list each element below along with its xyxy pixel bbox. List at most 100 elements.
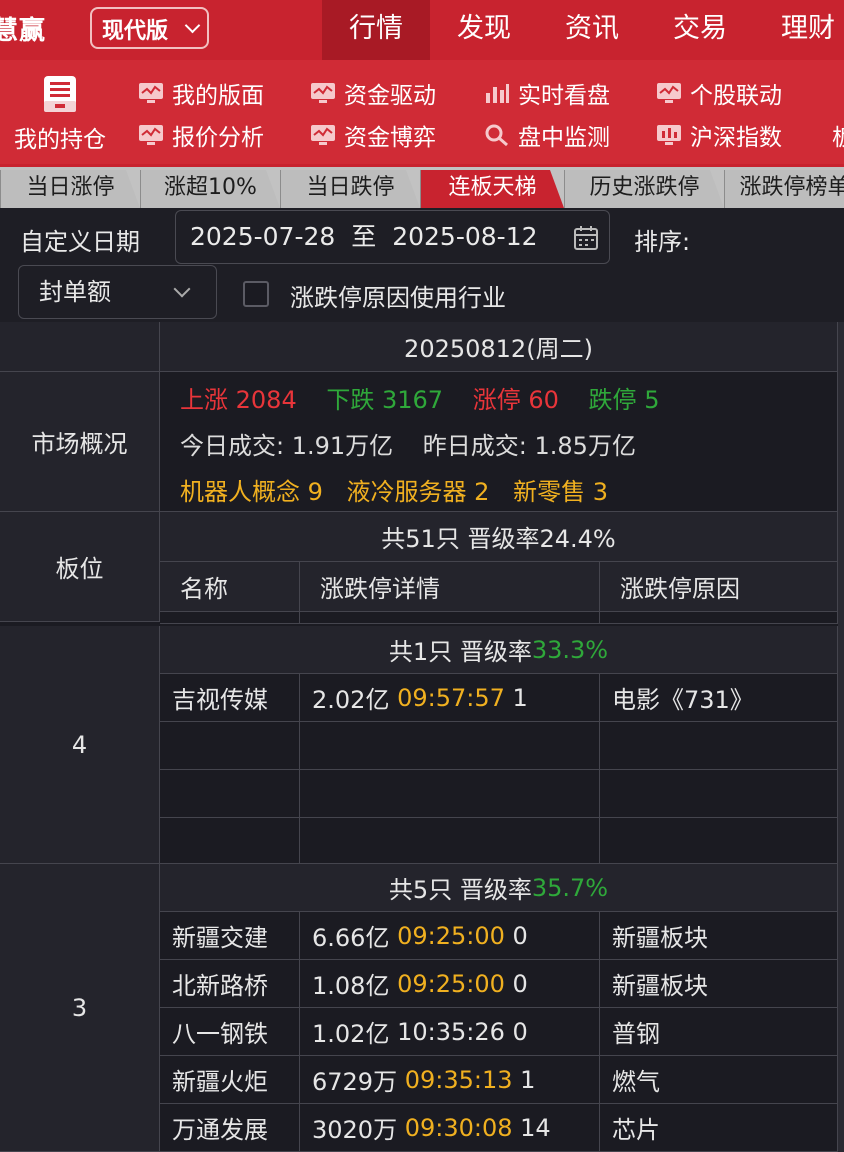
total-summary: 共51只 晋级率24.4% xyxy=(160,512,838,562)
limit-reason[interactable]: 新疆板块 xyxy=(600,912,838,960)
column-header-reason[interactable]: 涨跌停原因 xyxy=(600,562,838,612)
down-count: 下跌 3167 xyxy=(326,386,444,414)
chevron-down-icon xyxy=(173,280,191,298)
tab-history-limit[interactable]: 历史涨跌停 xyxy=(564,170,724,208)
toolbar-item-label: 报价分析 xyxy=(172,125,264,151)
hot-sector[interactable]: 机器人概念 9 xyxy=(180,478,323,506)
date-label: 自定义日期 xyxy=(20,228,140,256)
open-count: 14 xyxy=(520,1113,551,1142)
filter-panel: 自定义日期 2025-07-28 至 2025-08-12 排序: 封单额 涨跌… xyxy=(0,208,844,322)
limit-reason[interactable]: 新疆板块 xyxy=(600,960,838,1008)
monitor-icon xyxy=(139,125,163,145)
nav-tab-discover[interactable]: 发现 xyxy=(430,0,538,60)
nav-tab-wealth[interactable]: 理财 xyxy=(754,0,844,60)
overview-volume: 今日成交: 1.91万亿 昨日成交: 1.85万亿 xyxy=(180,426,658,461)
hot-sector[interactable]: 液冷服务器 2 xyxy=(347,478,490,506)
date-header: 20250812(周二) xyxy=(160,322,838,372)
reason-industry-checkbox[interactable] xyxy=(243,281,269,307)
spacer-cell xyxy=(300,612,600,624)
open-count: 1 xyxy=(512,683,528,712)
board-label: 板位 xyxy=(0,512,160,622)
stock-name[interactable]: 八一钢铁 xyxy=(160,1008,300,1056)
toolbar-index[interactable]: 沪深指数 xyxy=(656,120,782,151)
limit-detail: 6729万 09:35:13 1 xyxy=(300,1056,600,1104)
edition-selector[interactable]: 现代版 xyxy=(90,7,209,49)
sub-tab-bar: 当日涨停 涨超10% 当日跌停 连板天梯 历史涨跌停 涨跌停榜单 xyxy=(0,164,844,208)
toolbar-live-watch[interactable]: 实时看盘 xyxy=(484,78,610,109)
toolbar-my-layout[interactable]: 我的版面 xyxy=(138,78,264,109)
toolbar-intraday-monitor[interactable]: 盘中监测 xyxy=(484,120,610,151)
stock-name[interactable]: 北新路桥 xyxy=(160,960,300,1008)
app-brand: 慧赢 xyxy=(0,16,47,46)
spacer-cell xyxy=(160,612,300,624)
today-volume: 今日成交: 1.91万亿 xyxy=(180,432,394,460)
hot-sector[interactable]: 新零售 3 xyxy=(513,478,608,506)
limit-time: 09:30:08 xyxy=(404,1113,513,1142)
empty-cell xyxy=(300,818,600,864)
tab-limit-ranking[interactable]: 涨跌停榜单 xyxy=(724,170,844,208)
date-separator: 至 xyxy=(351,222,377,251)
sort-select[interactable]: 封单额 xyxy=(18,265,217,319)
tab-consecutive-ladder[interactable]: 连板天梯 xyxy=(420,170,564,208)
limit-time: 09:25:00 xyxy=(397,921,505,950)
toolbar-item-label: 实时看盘 xyxy=(518,83,610,109)
toolbar-capital-game[interactable]: 资金博弈 xyxy=(310,120,436,151)
market-overview: 上涨 2084 下跌 3167 涨停 60 跌停 5 今日成交: 1.91万亿 … xyxy=(160,372,838,512)
open-count: 0 xyxy=(512,969,528,998)
column-header-name[interactable]: 名称 xyxy=(160,562,300,612)
tab-over-10-percent[interactable]: 涨超10% xyxy=(140,170,280,208)
open-count: 0 xyxy=(512,1017,528,1046)
limit-detail: 6.66亿 09:25:00 0 xyxy=(300,912,600,960)
holdings-label: 我的持仓 xyxy=(14,127,106,153)
empty-cell xyxy=(600,818,838,864)
holdings-icon xyxy=(44,76,76,112)
right-edge-column xyxy=(838,322,844,1152)
date-range-picker[interactable]: 2025-07-28 至 2025-08-12 xyxy=(175,210,610,264)
app-window: 慧赢 现代版 行情 发现 资讯 交易 理财 我的持仓 我的版面 资金驱动 实时看… xyxy=(0,0,844,1152)
empty-cell xyxy=(300,770,600,818)
toolbar-capital-drive[interactable]: 资金驱动 xyxy=(310,78,436,109)
stock-name[interactable]: 新疆火炬 xyxy=(160,1056,300,1104)
toolbar-stock-linkage[interactable]: 个股联动 xyxy=(656,78,782,109)
overview-label: 市场概况 xyxy=(0,372,160,512)
limit-reason[interactable]: 芯片 xyxy=(600,1104,838,1152)
promotion-rate: 33.3% xyxy=(531,635,609,664)
function-toolbar: 我的持仓 我的版面 资金驱动 实时看盘 个股联动 报价分析 资金博弈 盘中监测 … xyxy=(0,60,844,164)
stock-name[interactable]: 万通发展 xyxy=(160,1104,300,1152)
toolbar-quote-analysis[interactable]: 报价分析 xyxy=(138,120,264,151)
limit-detail: 2.02亿 09:57:57 1 xyxy=(300,674,600,722)
limit-time: 09:35:13 xyxy=(404,1065,513,1094)
group-summary: 共5只 晋级率 35.7% xyxy=(160,864,838,912)
monitor-icon xyxy=(311,83,335,103)
monitor-icon xyxy=(311,125,335,145)
limit-reason[interactable]: 燃气 xyxy=(600,1056,838,1104)
seal-amount: 2.02亿 xyxy=(312,686,390,714)
reason-industry-label: 涨跌停原因使用行业 xyxy=(290,284,506,312)
seal-amount: 6.66亿 xyxy=(312,924,390,952)
nav-tab-trade[interactable]: 交易 xyxy=(646,0,754,60)
tab-daily-limit-up[interactable]: 当日涨停 xyxy=(0,170,140,208)
toolbar-item-label: 资金驱动 xyxy=(344,83,436,109)
tab-daily-limit-down[interactable]: 当日跌停 xyxy=(280,170,420,208)
limit-up-count: 涨停 60 xyxy=(472,386,559,414)
limit-reason[interactable]: 普钢 xyxy=(600,1008,838,1056)
nav-tab-market[interactable]: 行情 xyxy=(322,0,430,60)
monitor-icon xyxy=(657,83,681,103)
stock-name[interactable]: 新疆交建 xyxy=(160,912,300,960)
seal-amount: 3020万 xyxy=(312,1116,398,1144)
empty-cell xyxy=(600,722,838,770)
limit-detail: 1.02亿 10:35:26 0 xyxy=(300,1008,600,1056)
holdings-button[interactable]: 我的持仓 xyxy=(10,74,110,154)
limit-time: 09:57:57 xyxy=(397,683,505,712)
stock-name[interactable]: 吉视传媒 xyxy=(160,674,300,722)
sort-label: 排序: xyxy=(634,228,691,256)
spacer-cell xyxy=(600,612,838,624)
sort-value: 封单额 xyxy=(39,278,111,306)
toolbar-item-truncated[interactable]: 板 xyxy=(832,120,844,151)
column-header-detail[interactable]: 涨跌停详情 xyxy=(300,562,600,612)
toolbar-item-label: 板 xyxy=(832,125,844,151)
limit-reason[interactable]: 电影《731》 xyxy=(600,674,838,722)
group-summary: 共1只 晋级率 33.3% xyxy=(160,626,838,674)
nav-tab-news[interactable]: 资讯 xyxy=(538,0,646,60)
limit-time: 10:35:26 xyxy=(397,1017,505,1046)
